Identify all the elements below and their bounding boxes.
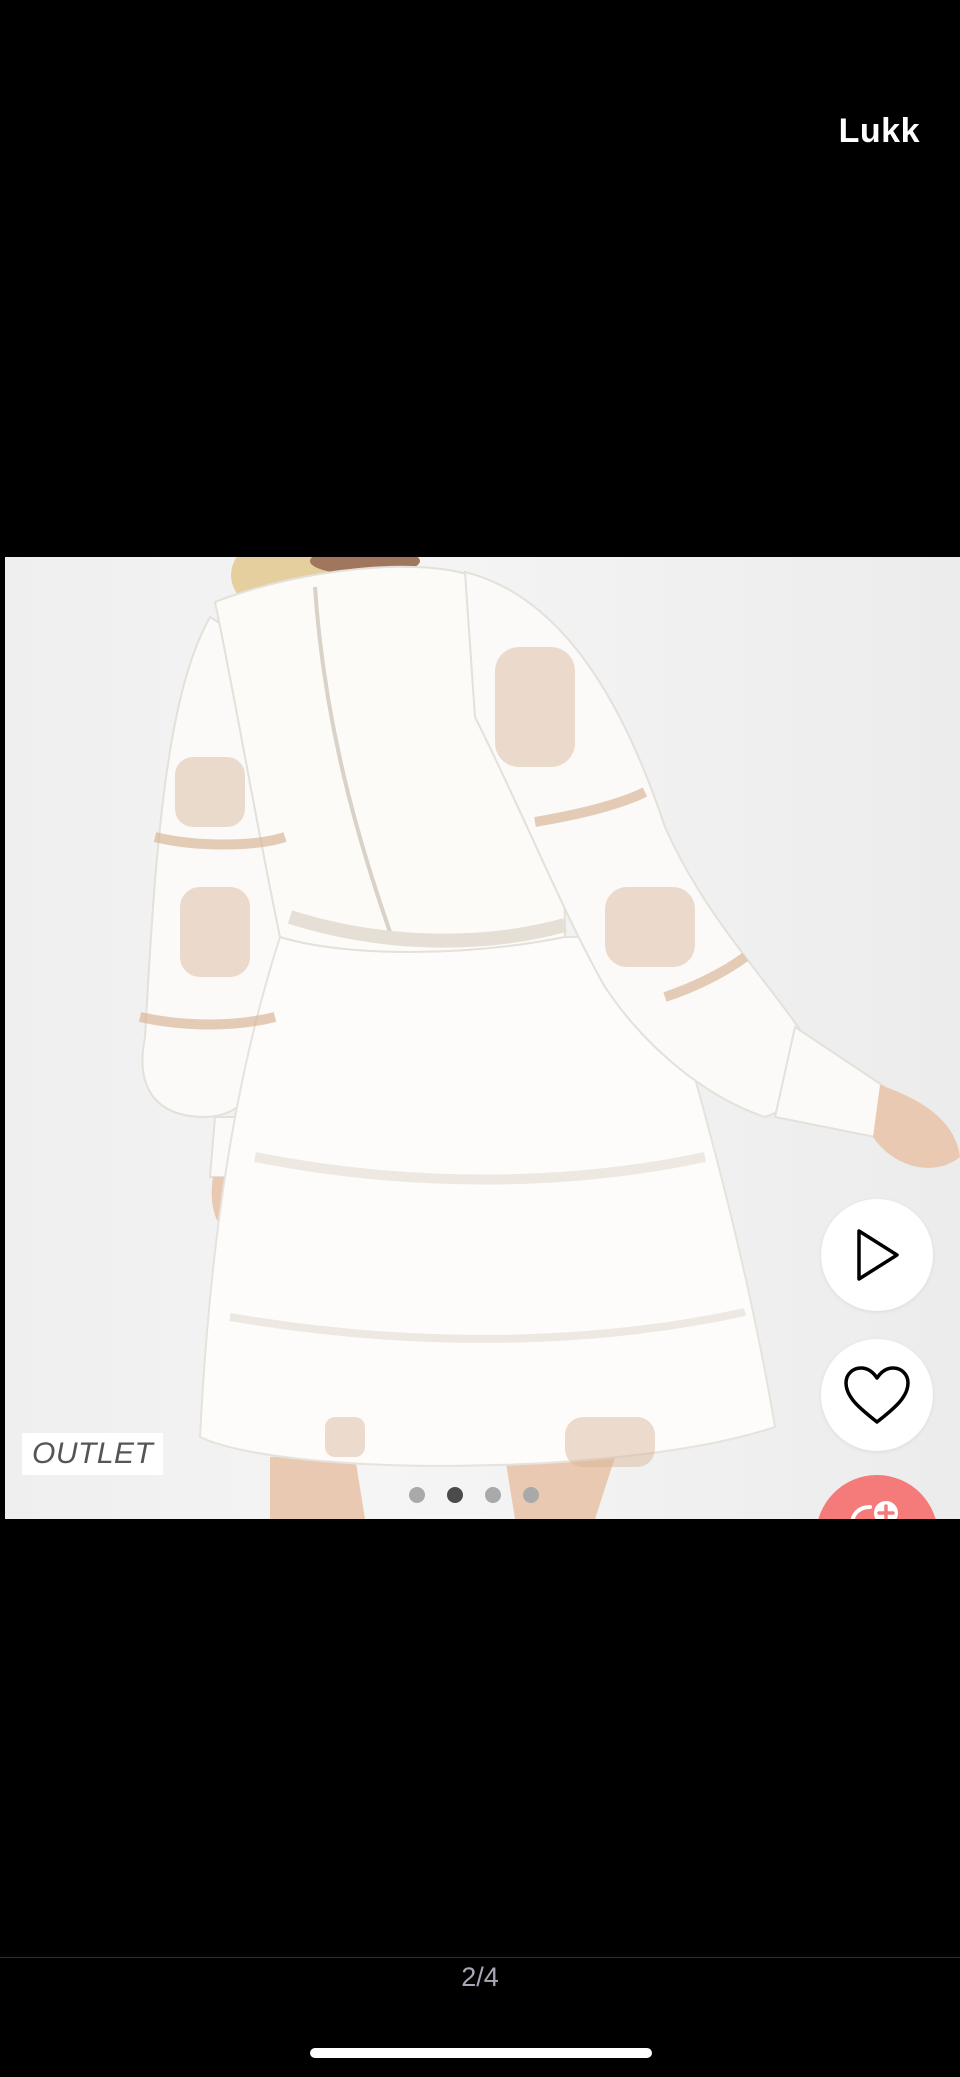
favorite-button[interactable] <box>821 1339 933 1451</box>
close-button[interactable]: Lukk <box>839 112 920 151</box>
pagination-dots <box>5 1487 951 1503</box>
home-indicator[interactable] <box>310 2048 652 2058</box>
dress-illustration <box>138 557 960 1519</box>
product-photo[interactable]: OUTLET <box>5 557 960 1519</box>
pagination-dot-active[interactable] <box>446 1487 463 1503</box>
pagination-dot[interactable] <box>522 1487 539 1503</box>
pagination-dot[interactable] <box>408 1487 425 1503</box>
pagination-dot[interactable] <box>484 1487 501 1503</box>
outlet-badge: OUTLET <box>22 1433 164 1475</box>
bottom-divider <box>0 1957 960 1958</box>
play-icon <box>857 1229 899 1281</box>
image-viewer-screen: Lukk OUTLET 2/4 <box>0 0 960 2077</box>
image-counter: 2/4 <box>461 1962 499 1992</box>
cart-add-icon <box>850 1501 898 1519</box>
play-video-button[interactable] <box>821 1199 933 1311</box>
heart-icon <box>844 1366 910 1424</box>
